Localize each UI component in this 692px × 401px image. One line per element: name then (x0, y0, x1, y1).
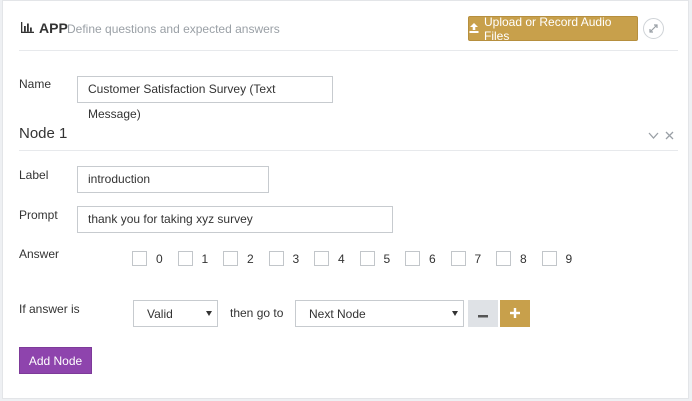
answer-value-6: 6 (429, 251, 436, 266)
add-rule-button[interactable] (500, 300, 530, 327)
node-divider (19, 150, 678, 151)
node-tools (648, 128, 674, 143)
header-divider (19, 50, 678, 51)
expand-icon (649, 21, 658, 36)
answer-checkbox-8[interactable] (496, 251, 511, 266)
answer-options: 0 1 2 3 4 5 6 7 8 9 (132, 251, 587, 266)
answer-value-5: 5 (383, 251, 391, 266)
close-icon[interactable] (665, 128, 674, 143)
answer-option-0: 0 (132, 251, 178, 266)
if-answer-label: If answer is (19, 302, 80, 316)
chevron-down-icon[interactable] (648, 128, 659, 143)
answer-checkbox-3[interactable] (268, 251, 284, 266)
prompt-field[interactable]: thank you for taking xyz survey (77, 206, 393, 233)
target-node-value: Next Node (309, 306, 366, 321)
name-label: Name (19, 77, 52, 91)
upload-icon (469, 22, 479, 36)
answer-value-3: 3 (292, 251, 300, 266)
answer-checkbox-2[interactable] (223, 251, 238, 266)
answer-option-4: 4 (314, 251, 360, 266)
name-field[interactable]: Customer Satisfaction Survey (Text Messa… (77, 76, 333, 121)
answer-checkbox-6[interactable] (405, 251, 420, 266)
answer-value-1: 1 (201, 251, 209, 266)
plus-icon (510, 306, 520, 321)
answer-value-0: 0 (156, 251, 163, 266)
condition-select[interactable]: Valid (133, 300, 218, 327)
answer-option-9: 9 (541, 251, 588, 266)
dropdown-caret-icon (452, 311, 458, 316)
answer-option-3: 3 (268, 251, 315, 266)
answer-checkbox-7[interactable] (450, 251, 466, 266)
answer-option-5: 5 (359, 251, 406, 266)
remove-rule-button[interactable] (468, 300, 498, 327)
answer-value-4: 4 (338, 251, 345, 266)
answer-option-2: 2 (223, 251, 269, 266)
answer-option-1: 1 (177, 251, 224, 266)
answer-value-7: 7 (474, 251, 482, 266)
answer-value-9: 9 (565, 251, 573, 266)
app-title: APP (39, 20, 68, 36)
upload-audio-button[interactable]: Upload or Record Audio Files (468, 14, 638, 43)
answer-checkbox-1[interactable] (177, 251, 193, 266)
prompt-label: Prompt (19, 208, 58, 222)
condition-value: Valid (147, 306, 173, 321)
minus-icon (478, 306, 488, 321)
panel-header: APP Define questions and expected answer… (19, 14, 676, 44)
expand-button[interactable] (643, 18, 664, 39)
bar-chart-icon (21, 21, 34, 36)
answer-checkbox-4[interactable] (314, 251, 329, 266)
goto-text: then go to (230, 306, 284, 320)
answer-option-8: 8 (496, 251, 542, 266)
answer-option-6: 6 (405, 251, 451, 266)
add-node-button[interactable]: Add Node (19, 347, 92, 374)
answer-checkbox-0[interactable] (132, 251, 147, 266)
answer-checkbox-9[interactable] (541, 251, 557, 266)
label-field[interactable]: introduction (77, 166, 269, 193)
label-label: Label (19, 168, 49, 182)
app-subtitle: Define questions and expected answers (67, 22, 280, 36)
answer-option-7: 7 (450, 251, 497, 266)
dropdown-caret-icon (206, 311, 212, 316)
app-panel: APP Define questions and expected answer… (2, 0, 689, 399)
answer-label: Answer (19, 247, 60, 261)
answer-value-2: 2 (247, 251, 254, 266)
node-title: Node 1 (19, 125, 68, 142)
answer-checkbox-5[interactable] (359, 251, 375, 266)
upload-audio-label: Upload or Record Audio Files (484, 14, 612, 43)
target-node-select[interactable]: Next Node (295, 300, 464, 327)
answer-value-8: 8 (520, 251, 527, 266)
